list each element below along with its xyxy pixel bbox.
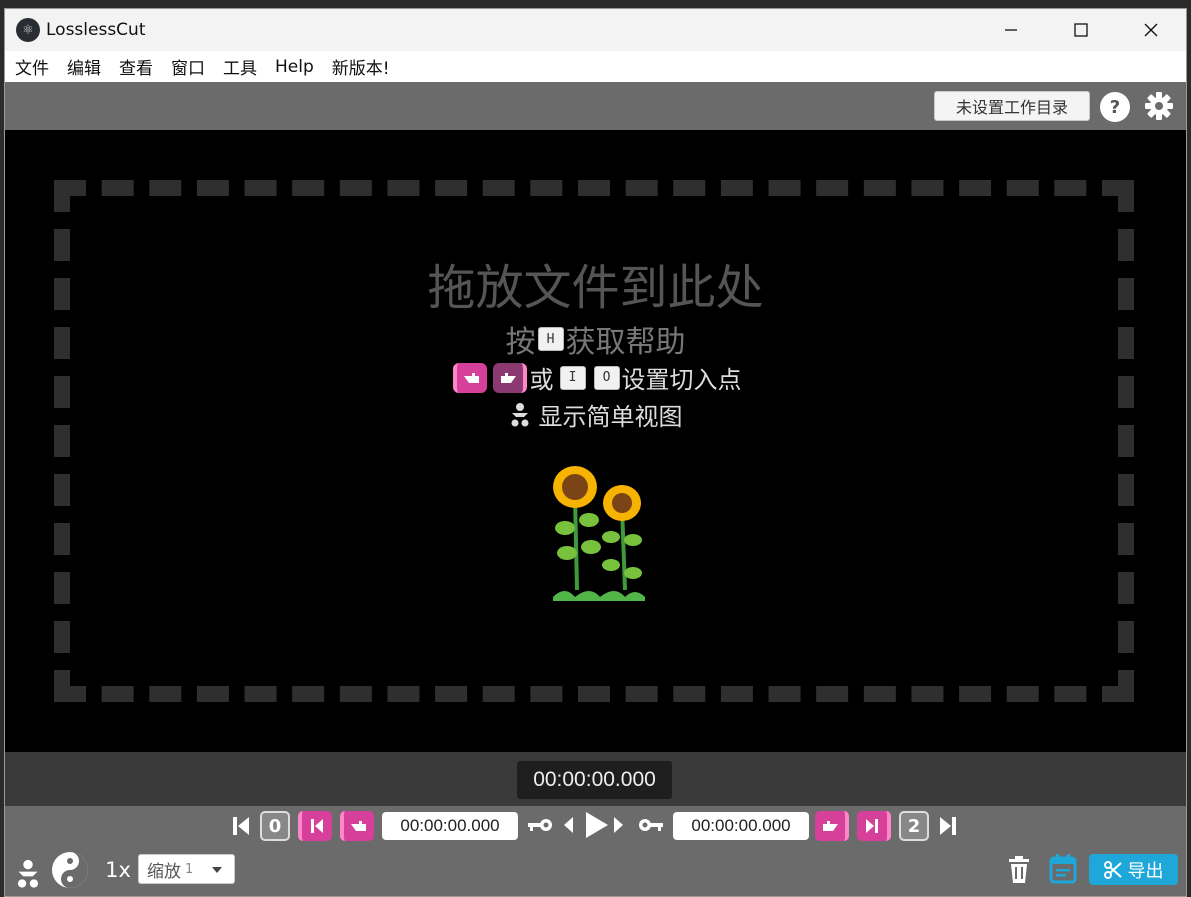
export-label: 导出 (1127, 860, 1164, 882)
cut-start-time-input[interactable]: 00:00:00.000 (382, 812, 518, 840)
jump-cut-start-button[interactable] (298, 811, 332, 841)
key-icon[interactable] (526, 815, 554, 835)
app-icon: ⚛ (16, 18, 40, 42)
close-button[interactable] (1116, 9, 1186, 51)
playback-speed[interactable]: 1x (103, 856, 133, 884)
help-hint-prefix: 按 (505, 325, 536, 360)
zoom-value: 1 (185, 861, 194, 877)
simple-view-toggle[interactable]: 显示简单视图 (5, 397, 1186, 432)
cut-hint: 或 I O 设置切入点 (5, 360, 1186, 395)
trash-icon[interactable] (1007, 856, 1031, 884)
prev-frame-icon[interactable] (561, 815, 575, 835)
maximize-button[interactable] (1046, 9, 1116, 51)
menu-tools[interactable]: 工具 (223, 54, 257, 79)
zoom-label: 缩放 (147, 861, 181, 882)
set-cut-start-button[interactable] (340, 811, 374, 841)
gear-icon[interactable] (1143, 90, 1175, 122)
cut-in-key: I (559, 365, 586, 390)
calendar-icon[interactable] (1049, 854, 1077, 884)
end-segment-number[interactable]: 2 (899, 811, 929, 841)
menu-view[interactable]: 查看 (119, 54, 153, 79)
yin-yang-icon[interactable] (51, 851, 89, 889)
export-button[interactable]: 导出 (1089, 854, 1178, 885)
help-hint: 按 H 获取帮助 (5, 317, 1186, 361)
simple-view-label: 显示简单视图 (538, 403, 683, 431)
jump-start-icon[interactable] (231, 813, 251, 839)
sunflower-icon (553, 466, 645, 601)
play-icon[interactable] (582, 810, 610, 840)
jump-cut-start-icon (311, 819, 323, 833)
menu-window[interactable]: 窗口 (171, 54, 205, 79)
jump-cut-end-icon (866, 819, 878, 833)
window-controls (976, 9, 1186, 51)
baby-icon (511, 402, 528, 426)
start-segment-number[interactable]: 0 (260, 811, 290, 841)
menu-edit[interactable]: 编辑 (67, 54, 101, 79)
jump-cut-end-button[interactable] (857, 811, 891, 841)
set-cut-start-icon (351, 821, 366, 831)
cut-end-time-input[interactable]: 00:00:00.000 (673, 812, 809, 840)
minimize-button[interactable] (976, 9, 1046, 51)
app-window: ⚛ LosslessCut 文件 编辑 查看 窗口 工具 Help 新版本! 未… (4, 8, 1187, 897)
maximize-icon (1074, 23, 1088, 37)
title-bar: ⚛ LosslessCut (5, 9, 1186, 51)
zoom-select[interactable]: 缩放 1 (138, 854, 235, 884)
next-frame-icon[interactable] (612, 815, 626, 835)
cut-out-key: O (593, 365, 620, 390)
set-cut-end-button[interactable] (815, 811, 849, 841)
help-icon[interactable]: ? (1100, 92, 1130, 122)
drop-files-title: 拖放文件到此处 (427, 260, 764, 316)
window-title: LosslessCut (46, 20, 146, 40)
close-icon (1144, 23, 1158, 37)
jump-end-icon[interactable] (938, 813, 958, 839)
top-toolbar: 未设置工作目录 ? (5, 82, 1186, 130)
hand-right-icon (492, 362, 527, 393)
cut-hint-or: 或 (529, 366, 554, 394)
baby-icon[interactable] (15, 858, 41, 890)
scissors-icon (1103, 860, 1122, 879)
help-key: H (537, 327, 564, 351)
video-drop-area[interactable]: 拖放文件到此处 按 H 获取帮助 或 I O 设置切入点 显示简单视图 (5, 130, 1186, 752)
current-time-display: 00:00:00.000 (517, 761, 672, 799)
minimize-icon (1005, 29, 1017, 31)
hand-left-icon (452, 362, 487, 393)
menu-bar: 文件 编辑 查看 窗口 工具 Help 新版本! (5, 51, 1186, 82)
help-hint-suffix: 获取帮助 (565, 325, 686, 360)
cut-hint-suffix: 设置切入点 (621, 366, 742, 394)
menu-help[interactable]: Help (275, 57, 314, 77)
chevron-down-icon (212, 867, 222, 873)
menu-new-version[interactable]: 新版本! (332, 54, 390, 79)
timeline-strip[interactable]: 00:00:00.000 (5, 752, 1186, 806)
control-bar: 0 00:00:00.000 00:00:00.000 2 1x 缩放 1 导出 (5, 806, 1186, 896)
set-cut-end-icon (823, 821, 838, 831)
key-icon[interactable] (637, 815, 665, 835)
working-directory-button[interactable]: 未设置工作目录 (934, 91, 1090, 121)
menu-file[interactable]: 文件 (15, 54, 49, 79)
